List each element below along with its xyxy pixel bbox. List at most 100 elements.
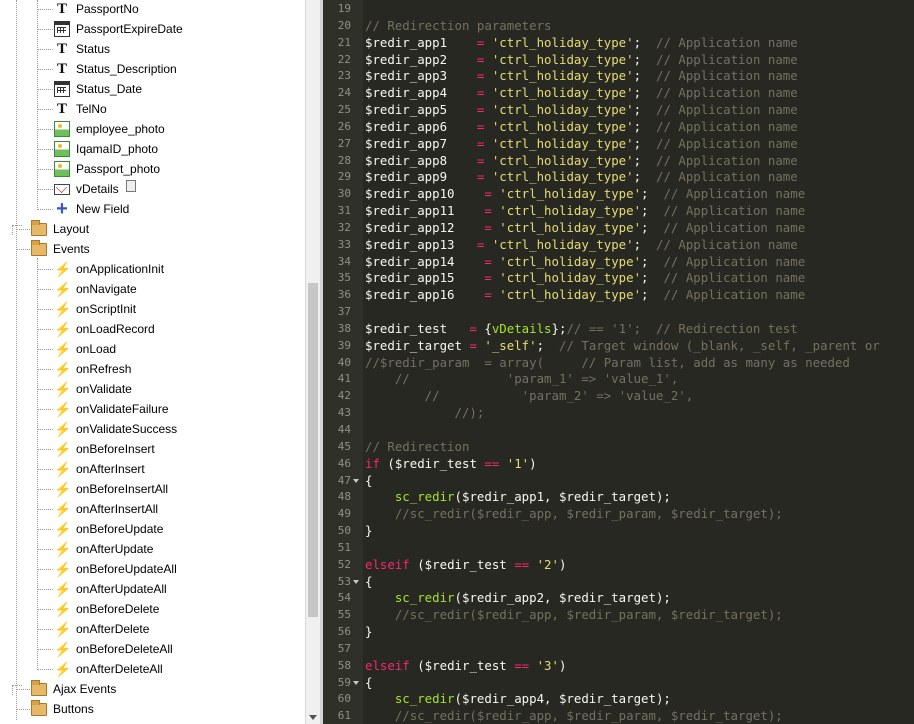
tree-connector [38,669,53,670]
code-line[interactable]: $redir_app12 = 'ctrl_holiday_type'; // A… [365,219,805,236]
tree-item-onvalidatesuccess[interactable]: ⚡ onValidateSuccess [0,419,305,439]
line-number: 21 [337,35,351,49]
code-line[interactable]: $redir_test = {vDetails};// == '1'; // R… [365,320,798,337]
tree-item-onload[interactable]: ⚡ onLoad [0,339,305,359]
code-line[interactable]: elseif ($redir_test == '2') [365,556,566,573]
tree-item-onbeforeinsertall[interactable]: ⚡ onBeforeInsertAll [0,479,305,499]
tree-item-onapplicationinit[interactable]: ⚡ onApplicationInit [0,259,305,279]
code-line[interactable]: $redir_app8 = 'ctrl_holiday_type'; // Ap… [365,152,798,169]
tree-item-buttons[interactable]: Buttons [0,699,305,719]
tree-item-onbeforeinsert[interactable]: ⚡ onBeforeInsert [0,439,305,459]
code-token: ; [633,102,656,118]
tree-scrollbar-thumb[interactable] [308,283,318,617]
tree-item-onnavigate[interactable]: ⚡ onNavigate [0,279,305,299]
tree-item-status[interactable]: T Status [0,39,305,59]
tree-item-layout[interactable]: Layout [0,219,305,239]
tree-item-onafterinsert[interactable]: ⚡ onAfterInsert [0,459,305,479]
tree-item-onafterinsertall[interactable]: ⚡ onAfterInsertAll [0,499,305,519]
code-line[interactable]: $redir_app16 = 'ctrl_holiday_type'; // A… [365,286,805,303]
tree-item-ajax-events[interactable]: Ajax Events [0,679,305,699]
code-token: $redir_app3 [365,68,477,84]
code-token: elseif [365,657,410,673]
code-line[interactable]: // 'param_1' => 'value_1', [365,370,678,387]
text-field-icon: T [56,101,67,117]
code-line[interactable]: $redir_app5 = 'ctrl_holiday_type'; // Ap… [365,101,798,118]
tree-item-new-field[interactable]: + New Field [0,199,305,219]
code-line[interactable]: $redir_app14 = 'ctrl_holiday_type'; // A… [365,253,805,270]
tree-item-status-description[interactable]: T Status_Description [0,59,305,79]
code-line[interactable]: } [365,522,372,539]
code-line[interactable]: //$redir_param = array( // Param list, a… [365,354,850,371]
tree-item-onbeforedeleteall[interactable]: ⚡ onBeforeDeleteAll [0,639,305,659]
event-bolt-icon: ⚡ [54,341,72,357]
expand-icon[interactable] [12,225,22,235]
code-line[interactable]: { [365,472,372,489]
tree-item-onvalidatefailure[interactable]: ⚡ onValidateFailure [0,399,305,419]
code-line[interactable]: $redir_target = '_self'; // Target windo… [365,337,880,354]
tree-item-onafterupdate[interactable]: ⚡ onAfterUpdate [0,539,305,559]
code-line[interactable]: if ($redir_test == '1') [365,455,537,472]
code-line[interactable]: //); [365,404,485,421]
event-bolt-icon: ⚡ [54,321,72,337]
code-line[interactable]: $redir_app4 = 'ctrl_holiday_type'; // Ap… [365,84,798,101]
code-line[interactable]: // Redirection [365,438,469,455]
collapse-icon[interactable] [12,245,21,254]
tree-item-events[interactable]: Events [0,239,305,259]
code-line[interactable]: sc_redir($redir_app1, $redir_target); [365,488,671,505]
code-line[interactable]: // 'param_2' => 'value_2', [365,387,694,404]
tree-item-telno[interactable]: T TelNo [0,99,305,119]
tree-item-onafterdeleteall[interactable]: ⚡ onAfterDeleteAll [0,659,305,679]
code-line[interactable]: } [365,623,372,640]
fold-arrow-icon[interactable] [353,478,359,483]
code-line[interactable]: $redir_app2 = 'ctrl_holiday_type'; // Ap… [365,51,798,68]
fold-arrow-icon[interactable] [353,579,359,584]
code-line[interactable]: $redir_app3 = 'ctrl_holiday_type'; // Ap… [365,67,798,84]
tree-item-iqamaid-photo[interactable]: IqamaID_photo [0,139,305,159]
code-line[interactable]: // Redirection parameters [365,17,552,34]
code-line[interactable]: { [365,573,372,590]
code-line[interactable]: { [365,674,372,691]
tree-item-vdetails[interactable]: vDetails [0,179,305,199]
tree-item-onbeforeupdateall[interactable]: ⚡ onBeforeUpdateAll [0,559,305,579]
code-line[interactable]: $redir_app9 = 'ctrl_holiday_type'; // Ap… [365,168,798,185]
code-line[interactable]: //sc_redir($redir_app, $redir_param, $re… [365,707,783,724]
tree-item-passport-photo[interactable]: Passport_photo [0,159,305,179]
tree-item-onafterupdateall[interactable]: ⚡ onAfterUpdateAll [0,579,305,599]
code-line[interactable]: $redir_app7 = 'ctrl_holiday_type'; // Ap… [365,135,798,152]
code-line[interactable]: //sc_redir($redir_app, $redir_param, $re… [365,606,783,623]
tree-item-onvalidate[interactable]: ⚡ onValidate [0,379,305,399]
tree-item-onloadrecord[interactable]: ⚡ onLoadRecord [0,319,305,339]
line-number: 38 [337,321,351,335]
code-line[interactable]: $redir_app11 = 'ctrl_holiday_type'; // A… [365,202,805,219]
tree-item-onscriptinit[interactable]: ⚡ onScriptInit [0,299,305,319]
code-token: 'ctrl_holiday_type' [491,169,634,185]
code-editor[interactable]: 19 20 21 22 23 24 25 26 27 28 29 30 31 32 33 34 35 36 37 38… [323,0,914,724]
code-line[interactable]: $redir_app10 = 'ctrl_holiday_type'; // A… [365,185,805,202]
code-line[interactable]: $redir_app13 = 'ctrl_holiday_type'; // A… [365,236,798,253]
trash-icon[interactable] [126,180,136,192]
fold-arrow-icon[interactable] [353,680,359,685]
tree-item-onrefresh[interactable]: ⚡ onRefresh [0,359,305,379]
tree-scrollbar[interactable] [305,0,320,724]
tree-item-onafterdelete[interactable]: ⚡ onAfterDelete [0,619,305,639]
code-line[interactable]: $redir_app15 = 'ctrl_holiday_type'; // A… [365,269,805,286]
code-line[interactable]: sc_redir($redir_app4, $redir_target); [365,690,671,707]
tree-connector [38,329,53,330]
tree-item-label: onNavigate [76,282,137,296]
tree-item-passportno[interactable]: T PassportNo [0,0,305,19]
code-line[interactable]: elseif ($redir_test == '3') [365,657,566,674]
tree-item-employee-photo[interactable]: employee_photo [0,119,305,139]
tree-item-onbeforedelete[interactable]: ⚡ onBeforeDelete [0,599,305,619]
code-line[interactable]: sc_redir($redir_app2, $redir_target); [365,589,671,606]
collapse-icon[interactable] [12,705,21,714]
code-line[interactable]: //sc_redir($redir_app, $redir_param, $re… [365,505,783,522]
tree-item-passportexpiredate[interactable]: PassportExpireDate [0,19,305,39]
scroll-down-arrow-icon[interactable] [309,715,317,720]
code-line[interactable]: $redir_app6 = 'ctrl_holiday_type'; // Ap… [365,118,798,135]
code-token: // Application name [655,135,798,151]
code-line[interactable]: $redir_app1 = 'ctrl_holiday_type'; // Ap… [365,34,798,51]
tree-item-onbeforeupdate[interactable]: ⚡ onBeforeUpdate [0,519,305,539]
tree-item-label: onLoad [76,342,117,356]
tree-item-status-date[interactable]: Status_Date [0,79,305,99]
expand-icon[interactable] [12,685,22,695]
